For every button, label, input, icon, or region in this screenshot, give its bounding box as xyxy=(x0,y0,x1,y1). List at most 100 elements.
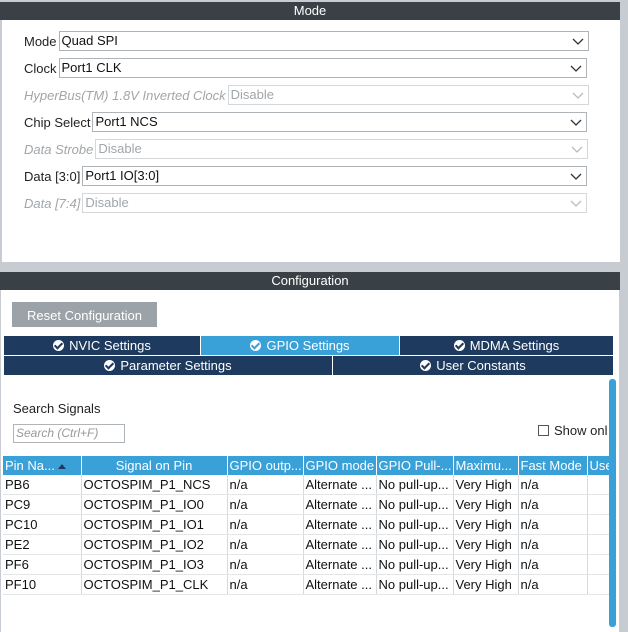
tab-gpio-settings[interactable]: GPIO Settings xyxy=(201,336,400,355)
hyperbus-label: HyperBus(TM) 1.8V Inverted Clock xyxy=(24,87,226,103)
table-row[interactable]: PC9 OCTOSPIM_P1_IO0 n/a Alternate ... No… xyxy=(3,494,612,515)
data-strobe-label: Data Strobe xyxy=(24,141,94,157)
column-header-gpio-pull[interactable]: GPIO Pull-... xyxy=(376,456,454,475)
cell-gpio-mode: Alternate ... xyxy=(303,574,377,595)
cell-gpio-mode: Alternate ... xyxy=(303,494,377,515)
data-strobe-select: Disable xyxy=(95,139,589,159)
cell-user-label xyxy=(587,514,612,535)
mode-row: Mode Quad SPI xyxy=(24,30,589,52)
tab-label: MDMA Settings xyxy=(469,338,560,353)
cell-gpio-pull: No pull-up... xyxy=(376,534,454,555)
cell-pin: PB6 xyxy=(3,475,82,495)
clock-row: Clock Port1 CLK xyxy=(24,57,587,79)
reset-configuration-button[interactable]: Reset Configuration xyxy=(12,302,157,327)
column-header-maximum[interactable]: Maximu... xyxy=(453,456,519,475)
hyperbus-select: Disable xyxy=(227,85,589,105)
cell-gpio-output: n/a xyxy=(227,475,304,495)
checkbox[interactable] xyxy=(538,425,549,436)
cell-user-label xyxy=(587,494,612,515)
clock-label: Clock xyxy=(24,60,57,76)
column-header-pin-name[interactable]: Pin Na... xyxy=(3,456,82,475)
chevron-down-icon xyxy=(571,146,583,153)
data-7-4-row: Data [7:4] Disable xyxy=(24,192,588,214)
cell-pin: PF10 xyxy=(3,574,82,595)
mode-select[interactable]: Quad SPI xyxy=(58,31,589,51)
table-row[interactable]: PB6 OCTOSPIM_P1_NCS n/a Alternate ... No… xyxy=(3,475,612,495)
data-7-4-label: Data [7:4] xyxy=(24,195,81,211)
tab-parameter-settings[interactable]: Parameter Settings xyxy=(4,356,333,375)
cell-user-label xyxy=(587,475,612,495)
vertical-scrollbar[interactable] xyxy=(609,379,616,627)
gpio-table: Pin Na... Signal on Pin GPIO outp... GPI… xyxy=(3,456,612,595)
cell-signal: OCTOSPIM_P1_IO2 xyxy=(81,534,228,555)
cell-fast-mode: n/a xyxy=(518,574,588,595)
cell-gpio-mode: Alternate ... xyxy=(303,475,377,495)
check-circle-icon xyxy=(104,360,116,371)
cell-gpio-output: n/a xyxy=(227,494,304,515)
check-circle-icon xyxy=(250,340,262,351)
cell-signal: OCTOSPIM_P1_CLK xyxy=(81,574,228,595)
cell-gpio-pull: No pull-up... xyxy=(376,514,454,535)
configuration-header: Configuration xyxy=(0,272,620,290)
hyperbus-row: HyperBus(TM) 1.8V Inverted Clock Disable xyxy=(24,84,589,106)
tab-label: User Constants xyxy=(436,358,526,373)
cell-user-label xyxy=(587,554,612,575)
cell-pin: PC10 xyxy=(3,514,82,535)
cell-user-label xyxy=(587,574,612,595)
check-circle-icon xyxy=(420,360,432,371)
cell-gpio-mode: Alternate ... xyxy=(303,534,377,555)
search-input[interactable]: Search (Ctrl+F) xyxy=(13,424,125,443)
table-row[interactable]: PE2 OCTOSPIM_P1_IO2 n/a Alternate ... No… xyxy=(3,534,612,555)
chip-select-row: Chip Select Port1 NCS xyxy=(24,111,588,133)
column-header-gpio-mode[interactable]: GPIO mode xyxy=(303,456,377,475)
cell-fast-mode: n/a xyxy=(518,514,588,535)
cell-maximum: Very High xyxy=(453,494,519,515)
cell-gpio-output: n/a xyxy=(227,514,304,535)
data-7-4-select: Disable xyxy=(82,193,588,213)
data-7-4-value: Disable xyxy=(85,195,129,210)
data-3-0-row: Data [3:0] Port1 IO[3:0] xyxy=(24,165,588,187)
cell-maximum: Very High xyxy=(453,514,519,535)
data-3-0-value: Port1 IO[3:0] xyxy=(85,168,160,183)
table-row[interactable]: PF6 OCTOSPIM_P1_IO3 n/a Alternate ... No… xyxy=(3,554,612,575)
column-header-gpio-output[interactable]: GPIO outp... xyxy=(227,456,304,475)
show-only-toggle[interactable]: Show onl xyxy=(538,423,607,438)
mode-label: Mode xyxy=(24,33,57,49)
cell-maximum: Very High xyxy=(453,574,519,595)
cell-gpio-output: n/a xyxy=(227,534,304,555)
chevron-down-icon xyxy=(572,38,583,45)
column-header-fast-mode[interactable]: Fast Mode xyxy=(518,456,588,475)
sort-ascending-icon xyxy=(57,464,66,470)
check-circle-icon xyxy=(453,340,465,351)
cell-pin: PE2 xyxy=(3,534,82,555)
cell-signal: OCTOSPIM_P1_IO0 xyxy=(81,494,228,515)
mode-header: Mode xyxy=(0,2,620,20)
mode-select-value: Quad SPI xyxy=(61,33,118,48)
chip-select-select[interactable]: Port1 NCS xyxy=(92,112,588,132)
tab-user-constants[interactable]: User Constants xyxy=(333,356,614,375)
table-row[interactable]: PF10 OCTOSPIM_P1_CLK n/a Alternate ... N… xyxy=(3,574,612,595)
show-only-label: Show onl xyxy=(554,423,608,438)
tab-nvic-settings[interactable]: NVIC Settings xyxy=(4,336,201,355)
tab-mdma-settings[interactable]: MDMA Settings xyxy=(400,336,614,355)
cell-gpio-pull: No pull-up... xyxy=(376,574,454,595)
data-3-0-select[interactable]: Port1 IO[3:0] xyxy=(82,166,588,186)
cell-gpio-pull: No pull-up... xyxy=(376,554,454,575)
cell-fast-mode: n/a xyxy=(518,494,588,515)
cell-pin: PF6 xyxy=(3,554,82,575)
clock-select[interactable]: Port1 CLK xyxy=(58,58,587,78)
check-circle-icon xyxy=(53,340,65,351)
cell-maximum: Very High xyxy=(453,554,519,575)
window-edge xyxy=(619,0,628,632)
chevron-down-icon xyxy=(570,173,582,180)
cell-fast-mode: n/a xyxy=(518,554,588,575)
column-header-user-label[interactable]: Use xyxy=(587,456,612,475)
cell-pin: PC9 xyxy=(3,494,82,515)
chevron-down-icon xyxy=(570,200,582,207)
cell-fast-mode: n/a xyxy=(518,475,588,495)
column-header-signal[interactable]: Signal on Pin xyxy=(81,456,228,475)
data-strobe-value: Disable xyxy=(98,141,142,156)
table-row[interactable]: PC10 OCTOSPIM_P1_IO1 n/a Alternate ... N… xyxy=(3,514,612,535)
chevron-down-icon xyxy=(572,92,584,99)
chip-select-value: Port1 NCS xyxy=(95,114,158,129)
